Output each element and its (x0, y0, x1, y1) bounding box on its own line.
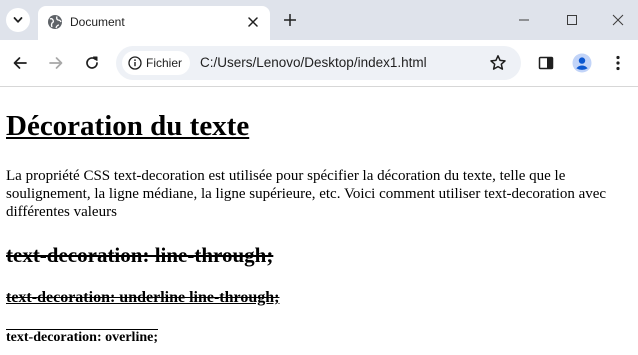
url-text[interactable]: C:/Users/Lenovo/Desktop/index1.html (200, 55, 427, 71)
maximize-button[interactable] (558, 8, 586, 32)
tab-document[interactable]: Document (38, 6, 270, 40)
close-window-button[interactable] (604, 8, 632, 32)
address-bar[interactable]: Fichier C:/Users/Lenovo/Desktop/index1.h… (116, 46, 521, 80)
page-heading: Décoration du texte (6, 110, 250, 142)
new-tab-button[interactable] (280, 10, 300, 30)
arrow-right-icon (49, 57, 63, 69)
tab-search-button[interactable] (6, 8, 30, 32)
back-button[interactable] (8, 51, 32, 75)
chevron-down-icon (13, 17, 23, 23)
forward-button[interactable] (44, 51, 68, 75)
browser-toolbar: Fichier C:/Users/Lenovo/Desktop/index1.h… (0, 40, 638, 87)
maximize-icon (567, 15, 577, 25)
tab-close-button[interactable] (245, 14, 261, 30)
arrow-left-icon (13, 57, 27, 69)
browser-menu-button[interactable] (606, 51, 630, 75)
more-vertical-icon (616, 55, 620, 71)
example-overline: text-decoration: overline; (6, 330, 158, 345)
minimize-icon (519, 19, 529, 21)
example-line-through: text-decoration: line-through; (6, 243, 274, 267)
profile-button[interactable] (570, 51, 594, 75)
reload-button[interactable] (80, 51, 104, 75)
info-icon (128, 56, 142, 70)
close-icon (248, 17, 258, 27)
site-info-chip[interactable]: Fichier (122, 51, 191, 75)
close-icon (612, 14, 624, 26)
reload-icon (86, 56, 98, 69)
minimize-button[interactable] (510, 8, 538, 32)
plus-icon (284, 14, 296, 26)
bookmark-star-icon[interactable] (489, 54, 507, 72)
side-panel-icon (538, 56, 554, 70)
example-underline-line-through: text-decoration: underline line-through; (6, 289, 280, 306)
tab-title: Document (70, 15, 125, 29)
page-content: Décoration du texte La propriété CSS tex… (0, 87, 638, 355)
security-label: Fichier (146, 56, 183, 70)
tab-strip: Document (0, 0, 638, 40)
avatar-icon (572, 53, 592, 73)
side-panel-button[interactable] (534, 51, 558, 75)
globe-icon (48, 15, 62, 29)
intro-paragraph: La propriété CSS text-decoration est uti… (6, 168, 607, 220)
